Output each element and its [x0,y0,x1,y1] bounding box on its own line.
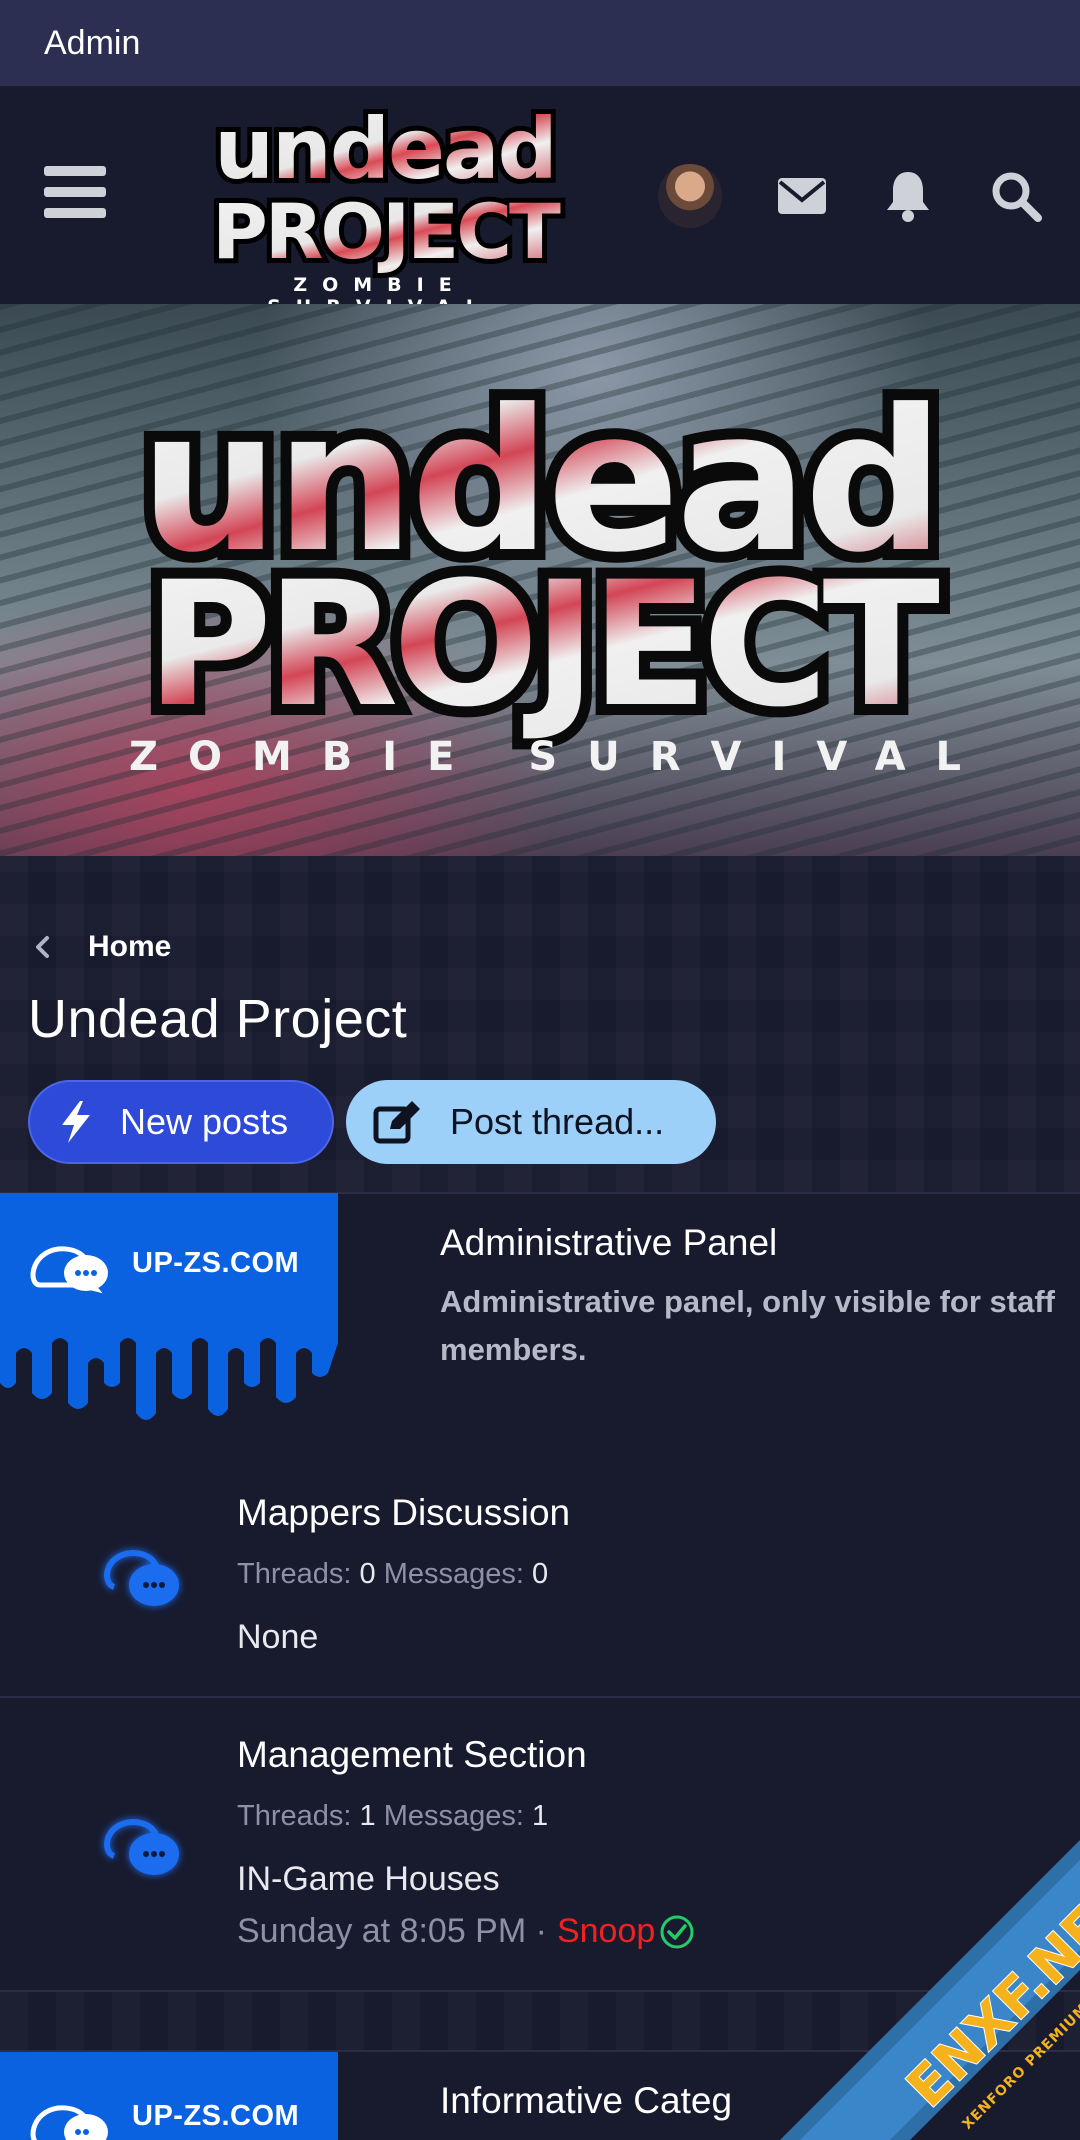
last-post-user[interactable]: Snoop [557,1912,655,1951]
category-description: Administrative panel, only visible for s… [440,1284,1055,1367]
chevron-left-icon [36,936,49,958]
page-title: Undead Project [28,989,408,1049]
admin-link[interactable]: Admin [44,24,140,63]
category-title[interactable]: Informative Categ [440,2080,732,2122]
search-icon[interactable] [986,166,1046,226]
chat-bubbles-icon [30,1246,108,1294]
divider [0,1696,1080,1698]
forum-stats: Threads: 0 Messages: 0 [237,1558,549,1590]
envelope-icon[interactable] [772,166,832,226]
bell-icon[interactable] [878,166,938,226]
chat-bubbles-icon [30,2105,108,2140]
forum-title[interactable]: Management Section [237,1734,587,1776]
site-logo[interactable]: undead PROJECT [180,100,590,300]
hero-banner: undead PROJECT ZOMBIE SURVIVAL [0,304,1080,856]
edit-icon [373,1101,420,1144]
forum-last-post: None [237,1618,319,1656]
post-thread-label: Post thread... [450,1101,665,1142]
avatar[interactable] [658,164,722,228]
category-image: UP-ZS.COM [0,1193,338,1443]
menu-icon[interactable] [44,166,106,218]
forum-chat-icon [104,1818,179,1875]
forum-title[interactable]: Mappers Discussion [237,1492,570,1534]
category-image-label: UP-ZS.COM [132,1247,300,1279]
banner-text-project: PROJECT [146,544,939,745]
new-posts-label: New posts [120,1101,289,1142]
breadcrumb[interactable]: Home [28,930,171,964]
last-post-time: Sunday at 8:05 PM · [237,1912,547,1950]
category-image: UP-ZS.COM [0,2052,338,2140]
banner-subtitle: ZOMBIE SURVIVAL [128,734,992,780]
forum-last-post[interactable]: IN-Game Houses [237,1860,500,1899]
forum-chat-icon [104,1549,179,1606]
category-image-label: UP-ZS.COM [132,2100,300,2132]
page-header-area: Home Undead Project New posts Post threa… [0,856,1080,1192]
logo-text-undead: undead [214,100,556,198]
breadcrumb-home[interactable]: Home [88,930,171,964]
category-title[interactable]: Administrative Panel [440,1222,777,1264]
bolt-icon [62,1101,90,1143]
forum-last-post-meta: Sunday at 8:05 PM · Snoop [237,1912,695,1951]
forum-stats: Threads: 1 Messages: 1 [237,1800,549,1832]
post-thread-button[interactable]: Post thread... [346,1080,716,1164]
verified-icon [660,1915,694,1948]
new-posts-button[interactable]: New posts [28,1080,334,1164]
watermark-ribbon: ENXF.NET XENFORO PREMIUM COMMUNITY [780,1840,1080,2140]
logo-text-project: PROJECT [212,187,561,276]
admin-bar[interactable]: Admin [0,0,1080,86]
site-header: undead PROJECT ZOMBIE SURVIVAL [0,86,1080,318]
